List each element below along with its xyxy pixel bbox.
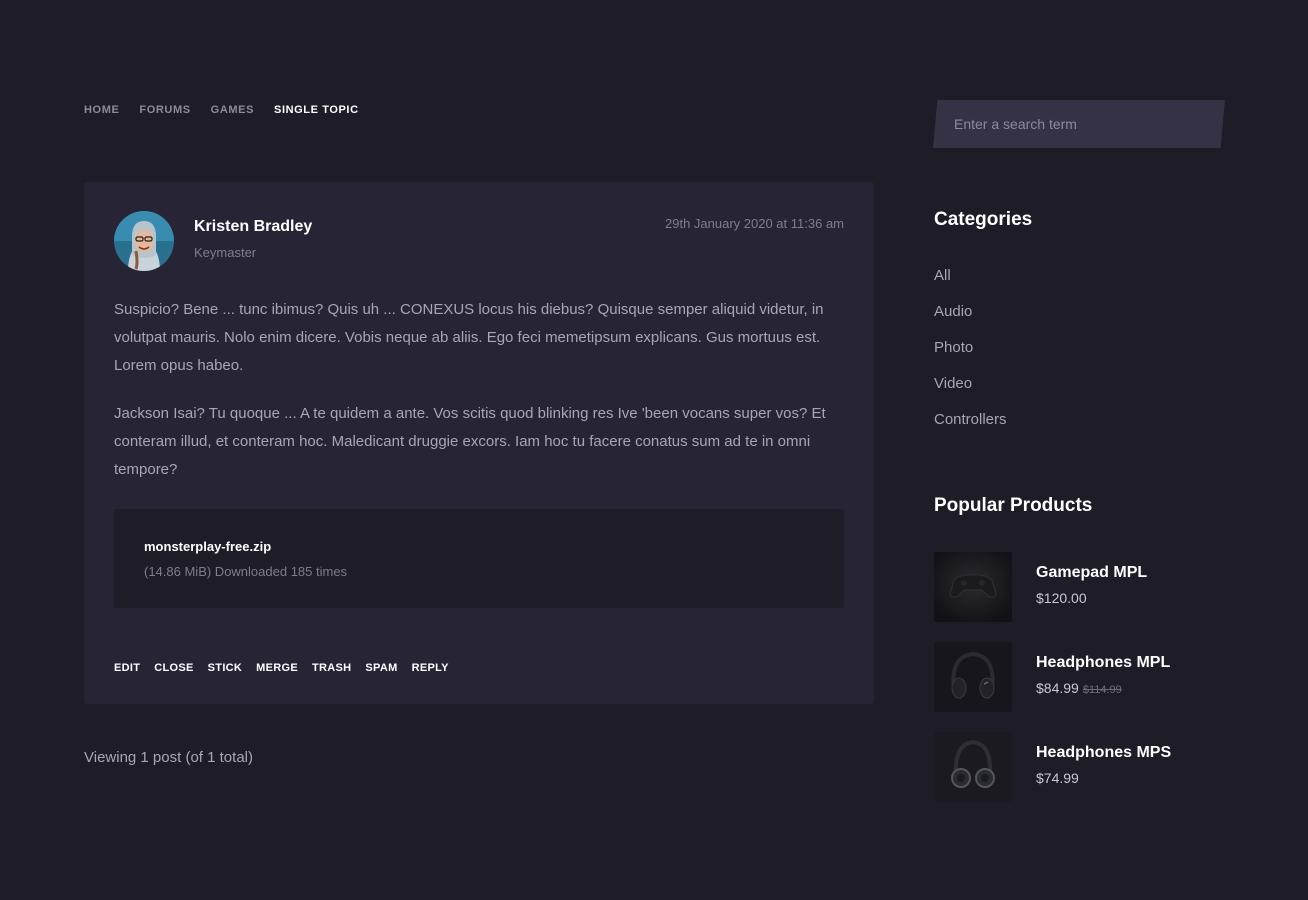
product-name[interactable]: Headphones MPL — [1036, 654, 1170, 672]
popular-products-title: Popular Products — [934, 495, 1093, 516]
product-item[interactable]: Headphones MPL $84.99 $114.99 — [934, 642, 1234, 714]
breadcrumb-home[interactable]: HOME — [84, 104, 119, 116]
edit-button[interactable]: EDIT — [114, 662, 140, 674]
attachment-meta: (14.86 MiB) Downloaded 185 times — [144, 564, 348, 579]
category-photo[interactable]: Photo — [934, 339, 1007, 375]
breadcrumb: HOME FORUMS GAMES SINGLE TOPIC — [84, 104, 359, 116]
categories-title: Categories — [934, 209, 1033, 230]
reply-button[interactable]: REPLY — [412, 662, 449, 674]
breadcrumb-current: SINGLE TOPIC — [274, 104, 359, 116]
product-price: $74.99 — [1036, 770, 1079, 786]
author-avatar[interactable] — [114, 211, 174, 271]
author-name[interactable]: Kristen Bradley — [194, 218, 312, 236]
attachment-box: monsterplay-free.zip (14.86 MiB) Downloa… — [114, 509, 844, 608]
price-current: $74.99 — [1036, 770, 1079, 786]
category-audio[interactable]: Audio — [934, 303, 1007, 339]
trash-button[interactable]: TRASH — [312, 662, 351, 674]
post-content: Suspicio? Bene ... tunc ibimus? Quis uh … — [114, 296, 844, 504]
category-video[interactable]: Video — [934, 375, 1007, 411]
product-name[interactable]: Gamepad MPL — [1036, 564, 1147, 582]
gamepad-icon[interactable] — [934, 552, 1012, 622]
close-button[interactable]: CLOSE — [154, 662, 193, 674]
headphones-icon[interactable] — [934, 642, 1012, 712]
product-name[interactable]: Headphones MPS — [1036, 744, 1171, 762]
stick-button[interactable]: STICK — [208, 662, 243, 674]
product-price: $84.99 $114.99 — [1036, 680, 1122, 696]
headphones-icon[interactable] — [934, 732, 1012, 802]
spam-button[interactable]: SPAM — [365, 662, 397, 674]
search-input[interactable] — [933, 100, 1225, 148]
price-current: $120.00 — [1036, 590, 1087, 606]
breadcrumb-games[interactable]: GAMES — [211, 104, 254, 116]
merge-button[interactable]: MERGE — [256, 662, 298, 674]
price-old: $114.99 — [1082, 684, 1122, 696]
category-all[interactable]: All — [934, 267, 1007, 303]
post-actions: EDIT CLOSE STICK MERGE TRASH SPAM REPLY — [114, 662, 449, 674]
post-count-text: Viewing 1 post (of 1 total) — [84, 749, 253, 766]
avatar-image — [114, 211, 174, 271]
search-box — [933, 100, 1225, 148]
attachment-link[interactable]: monsterplay-free.zip — [144, 539, 271, 554]
product-price: $120.00 — [1036, 590, 1087, 606]
breadcrumb-forums[interactable]: FORUMS — [139, 104, 190, 116]
product-item[interactable]: Gamepad MPL $120.00 — [934, 552, 1234, 624]
category-controllers[interactable]: Controllers — [934, 411, 1007, 447]
post-paragraph: Suspicio? Bene ... tunc ibimus? Quis uh … — [114, 301, 824, 374]
post-date: 29th January 2020 at 11:36 am — [665, 216, 844, 231]
post-paragraph: Jackson Isai? Tu quoque ... A te quidem … — [114, 405, 826, 478]
author-role: Keymaster — [194, 245, 257, 260]
topic-post-card: Kristen Bradley Keymaster 29th January 2… — [84, 182, 874, 704]
product-item[interactable]: Headphones MPS $74.99 — [934, 732, 1234, 804]
price-current: $84.99 — [1036, 680, 1079, 696]
categories-list: All Audio Photo Video Controllers — [934, 267, 1007, 447]
